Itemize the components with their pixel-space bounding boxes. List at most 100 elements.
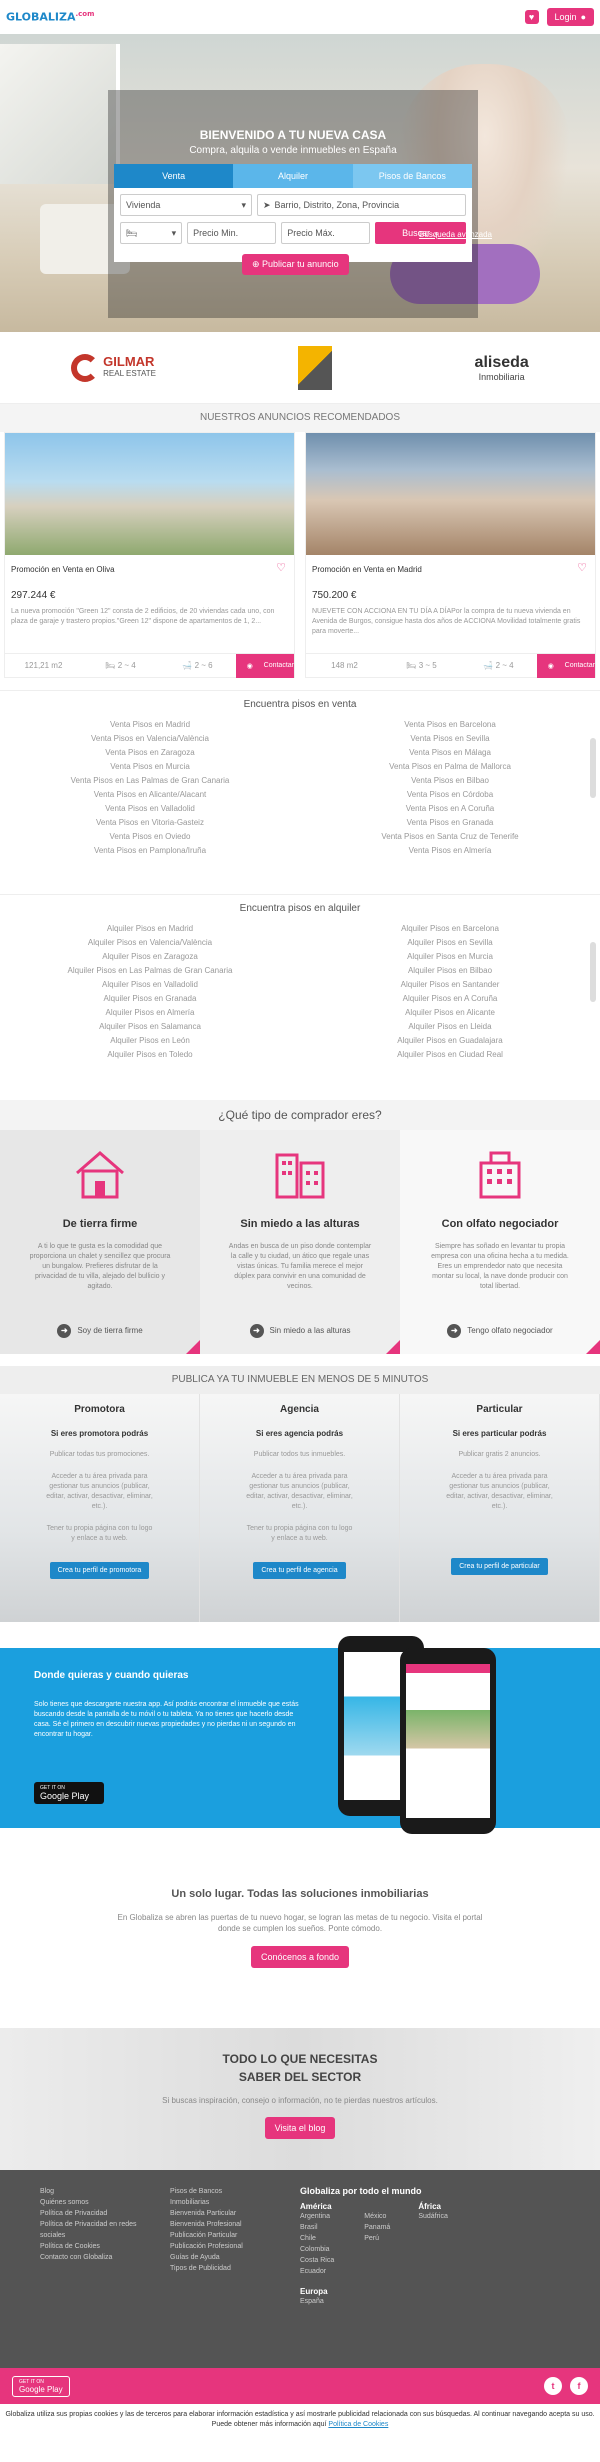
footer-link[interactable]: Costa Rica (300, 2255, 334, 2266)
rent-link[interactable]: Alquiler Pisos en Alicante (325, 1006, 575, 1020)
partner-logo[interactable] (298, 345, 333, 390)
footer-link[interactable]: Bienvenida Profesional (170, 2219, 270, 2230)
rent-link[interactable]: Alquiler Pisos en Barcelona (325, 922, 575, 936)
rent-link[interactable]: Alquiler Pisos en Madrid (25, 922, 275, 936)
blog-button[interactable]: Visita el blog (264, 2117, 336, 2139)
contact-button[interactable]: ◉ Contactar (236, 653, 294, 678)
sale-link[interactable]: Venta Pisos en Málaga (325, 746, 575, 760)
footer-link[interactable]: España (300, 2296, 390, 2307)
rent-link[interactable]: Alquiler Pisos en Valencia/València (25, 936, 275, 950)
buyer-type-card[interactable]: De tierra firme A ti lo que te gusta es … (0, 1130, 200, 1354)
sale-link[interactable]: Venta Pisos en Almería (325, 844, 575, 858)
footer-link[interactable]: Colombia (300, 2244, 334, 2255)
property-card[interactable]: ♡ Promoción en Venta en Madrid 750.200 €… (305, 432, 596, 678)
sale-link[interactable]: Venta Pisos en Pamplona/Iruña (25, 844, 275, 858)
twitter-icon[interactable]: t (544, 2377, 562, 2395)
footer-link[interactable]: Guías de Ayuda (170, 2252, 270, 2263)
footer-link[interactable]: Ecuador (300, 2266, 334, 2277)
google-play-button[interactable]: GET IT ON Google Play (34, 1782, 104, 1804)
property-title[interactable]: Promoción en Venta en Madrid (312, 565, 589, 574)
rent-link[interactable]: Alquiler Pisos en Santander (325, 978, 575, 992)
footer-link[interactable]: Política de Cookies (40, 2241, 140, 2252)
google-play-badge[interactable]: GET IT ON Google Play (12, 2375, 70, 2397)
rent-link[interactable]: Alquiler Pisos en León (25, 1034, 275, 1048)
create-particular-profile-button[interactable]: Crea tu perfil de particular (451, 1558, 548, 1575)
create-agencia-profile-button[interactable]: Crea tu perfil de agencia (253, 1562, 346, 1579)
buyer-type-card[interactable]: Sin miedo a las alturas Andas en busca d… (200, 1130, 400, 1354)
sale-link[interactable]: Venta Pisos en Alicante/Alacant (25, 788, 275, 802)
footer-link[interactable]: México (364, 2211, 390, 2222)
footer-link[interactable]: Tipos de Publicidad (170, 2263, 270, 2274)
property-type-select[interactable]: Vivienda ▾ (120, 194, 252, 216)
logo[interactable]: GLOBALIZA.com (6, 10, 94, 24)
property-title[interactable]: Promoción en Venta en Oliva (11, 565, 288, 574)
sale-link[interactable]: Venta Pisos en Bilbao (325, 774, 575, 788)
sale-link[interactable]: Venta Pisos en Córdoba (325, 788, 575, 802)
footer-link[interactable]: Inmobiliarias (170, 2197, 270, 2208)
footer-link[interactable]: Argentina (300, 2211, 334, 2222)
favorite-heart-icon[interactable]: ♡ (276, 561, 286, 574)
facebook-icon[interactable]: f (570, 2377, 588, 2395)
footer-link[interactable]: Brasil (300, 2222, 334, 2233)
sale-link[interactable]: Venta Pisos en Oviedo (25, 830, 275, 844)
gilmar-logo[interactable]: GILMAR REAL ESTATE (71, 353, 156, 382)
create-promotora-profile-button[interactable]: Crea tu perfil de promotora (49, 1562, 150, 1579)
price-max-input[interactable]: Precio Máx. (281, 222, 371, 244)
property-card[interactable]: ♡ Promoción en Venta en Oliva 297.244 € … (4, 432, 295, 678)
sale-link[interactable]: Venta Pisos en Murcia (25, 760, 275, 774)
sale-link[interactable]: Venta Pisos en Granada (325, 816, 575, 830)
sale-link[interactable]: Venta Pisos en Santa Cruz de Tenerife (325, 830, 575, 844)
buyer-type-link[interactable]: ➜ Tengo olfato negociador (400, 1324, 600, 1338)
cookie-policy-link[interactable]: Política de Cookies (328, 2421, 388, 2428)
footer-link[interactable]: Contacto con Globaliza (40, 2252, 140, 2263)
rent-link[interactable]: Alquiler Pisos en Bilbao (325, 964, 575, 978)
rent-link[interactable]: Alquiler Pisos en Ciudad Real (325, 1048, 575, 1062)
aliseda-logo[interactable]: aliseda Inmobiliaria (475, 354, 529, 382)
footer-link[interactable]: Sudáfrica (418, 2211, 448, 2222)
footer-link[interactable]: Perú (364, 2233, 390, 2244)
buyer-type-card[interactable]: Con olfato negociador Siempre has soñado… (400, 1130, 600, 1354)
buyer-type-link[interactable]: ➜ Soy de tierra firme (0, 1324, 200, 1338)
rent-link[interactable]: Alquiler Pisos en A Coruña (325, 992, 575, 1006)
rent-link[interactable]: Alquiler Pisos en Guadalajara (325, 1034, 575, 1048)
rent-link[interactable]: Alquiler Pisos en Toledo (25, 1048, 275, 1062)
sale-link[interactable]: Venta Pisos en Zaragoza (25, 746, 275, 760)
sale-link[interactable]: Venta Pisos en Valladolid (25, 802, 275, 816)
property-photo[interactable] (5, 433, 294, 555)
price-min-input[interactable]: Precio Min. (187, 222, 277, 244)
footer-link[interactable]: Política de Privacidad en redes sociales (40, 2219, 140, 2241)
footer-link[interactable]: Blog (40, 2186, 140, 2197)
footer-link[interactable]: Panamá (364, 2222, 390, 2233)
sale-link[interactable]: Venta Pisos en Sevilla (325, 732, 575, 746)
bedrooms-select[interactable]: 🛏 ▾ (120, 222, 183, 244)
tab-venta[interactable]: Venta (114, 164, 234, 188)
sale-link[interactable]: Venta Pisos en Barcelona (325, 718, 575, 732)
rent-link[interactable]: Alquiler Pisos en Sevilla (325, 936, 575, 950)
rent-link[interactable]: Alquiler Pisos en Almería (25, 1006, 275, 1020)
login-button[interactable]: Login ● (546, 8, 594, 26)
favorite-heart-icon[interactable]: ♡ (577, 561, 587, 574)
sale-link[interactable]: Venta Pisos en Valencia/València (25, 732, 275, 746)
footer-link[interactable]: Bienvenida Particular (170, 2208, 270, 2219)
sale-link[interactable]: Venta Pisos en Madrid (25, 718, 275, 732)
footer-link[interactable]: Publicación Particular (170, 2230, 270, 2241)
footer-link[interactable]: Chile (300, 2233, 334, 2244)
rent-link[interactable]: Alquiler Pisos en Salamanca (25, 1020, 275, 1034)
rent-link[interactable]: Alquiler Pisos en Valladolid (25, 978, 275, 992)
rent-link[interactable]: Alquiler Pisos en Murcia (325, 950, 575, 964)
sale-link[interactable]: Venta Pisos en Vitoria-Gasteiz (25, 816, 275, 830)
scrollbar[interactable] (590, 942, 596, 1002)
location-input[interactable]: ➤ Barrio, Distrito, Zona, Provincia (257, 194, 466, 216)
sale-link[interactable]: Venta Pisos en A Coruña (325, 802, 575, 816)
footer-link[interactable]: Quiénes somos (40, 2197, 140, 2208)
favorites-heart-icon[interactable]: ♥ (524, 10, 539, 24)
publish-ad-button[interactable]: ⊕ Publicar tu anuncio (242, 254, 349, 275)
buyer-type-link[interactable]: ➜ Sin miedo a las alturas (200, 1324, 400, 1338)
tab-alquiler[interactable]: Alquiler (233, 164, 353, 188)
advanced-search-link[interactable]: Búsqueda avanzada (419, 230, 492, 239)
scrollbar[interactable] (590, 738, 596, 798)
sale-link[interactable]: Venta Pisos en Las Palmas de Gran Canari… (25, 774, 275, 788)
footer-link[interactable]: Pisos de Bancos (170, 2186, 270, 2197)
footer-link[interactable]: Publicación Profesional (170, 2241, 270, 2252)
about-button[interactable]: Conócenos a fondo (250, 1946, 350, 1968)
